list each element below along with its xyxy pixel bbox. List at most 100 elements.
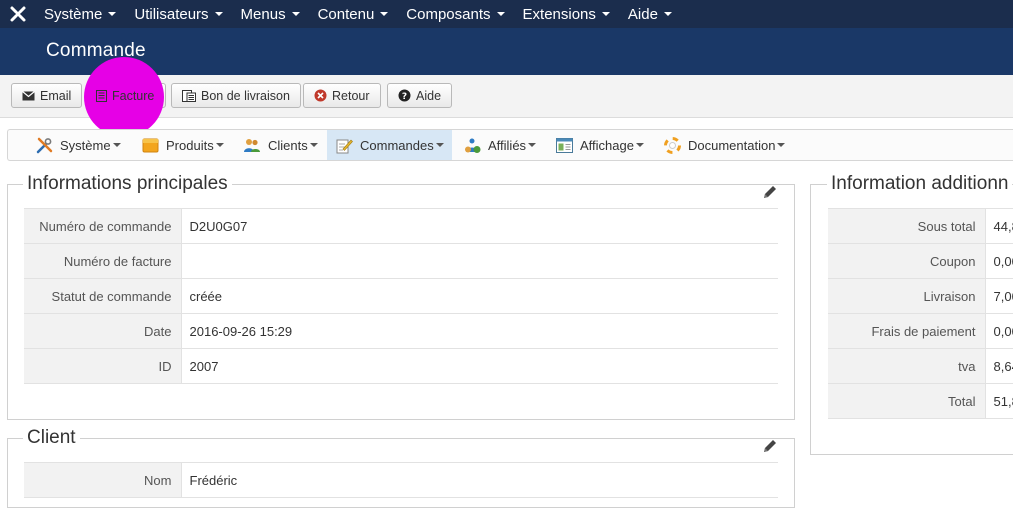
client-table: Nom Frédéric (24, 462, 778, 498)
component-menu-label: Système (60, 137, 111, 153)
client-legend: Client (23, 427, 80, 449)
caret-down-icon (663, 12, 672, 16)
question-circle-icon: ? (398, 89, 411, 102)
field-label: ID (24, 348, 182, 384)
field-value (181, 243, 778, 279)
envelope-icon (22, 90, 35, 101)
delivery-note-icon (182, 89, 196, 102)
field-value: 2016-09-26 15:29 (181, 313, 778, 349)
additional-info-table: Sous total44,8 Coupon0,00 Livraison7,00 … (828, 208, 1013, 419)
additional-info-legend: Information additionn (827, 173, 1013, 195)
field-label: Statut de commande (24, 278, 182, 314)
table-row: Total51,8 (828, 383, 1013, 419)
svg-text:?: ? (402, 92, 407, 102)
field-label: tva (828, 348, 986, 384)
caret-down-icon (215, 143, 224, 147)
top-menu-label: Aide (627, 5, 658, 23)
table-row: Statut de commande créée (24, 278, 778, 314)
top-menu-label: Extensions (522, 5, 596, 23)
component-menu-label: Clients (268, 137, 308, 153)
component-menu-affichage[interactable]: Affichage (556, 130, 644, 160)
component-menu-documentation[interactable]: Documentation (664, 130, 786, 160)
component-menu-commandes[interactable]: Commandes (327, 130, 452, 160)
component-menu-label: Commandes (360, 137, 434, 153)
aide-button[interactable]: ? Aide (387, 83, 453, 108)
top-menu-label: Menus (240, 5, 286, 23)
pencil-edit-icon[interactable] (762, 184, 778, 200)
field-value: 51,8 (985, 383, 1013, 419)
top-menu-aide[interactable]: Aide (620, 0, 682, 28)
top-menu-label: Composants (406, 5, 491, 23)
caret-down-icon (108, 12, 117, 16)
top-menu-composants[interactable]: Composants (398, 0, 514, 28)
aide-button-label: Aide (416, 88, 442, 103)
pencil-edit-icon[interactable] (762, 438, 778, 454)
box-icon (142, 137, 159, 153)
retour-button-label: Retour (332, 88, 370, 103)
top-menu-contenu[interactable]: Contenu (310, 0, 399, 28)
field-value: 2007 (181, 348, 778, 384)
component-menu-produits[interactable]: Produits (142, 130, 224, 160)
top-menu-menus[interactable]: Menus (233, 0, 310, 28)
component-menu-systeme[interactable]: Système (36, 130, 121, 160)
table-row: Livraison7,00 (828, 278, 1013, 314)
field-value: Frédéric (181, 462, 778, 498)
table-row: Nom Frédéric (24, 462, 778, 498)
caret-down-icon (528, 143, 537, 147)
email-button-label: Email (40, 88, 72, 103)
bon-de-livraison-button-label: Bon de livraison (201, 88, 290, 103)
retour-button[interactable]: Retour (303, 83, 381, 108)
field-label: Frais de paiement (828, 313, 986, 349)
caret-down-icon (380, 12, 389, 16)
cancel-circle-icon (314, 89, 327, 102)
email-button[interactable]: Email (11, 83, 83, 108)
order-edit-icon (336, 137, 353, 154)
component-menu-label: Produits (166, 137, 214, 153)
table-row: Coupon0,00 (828, 243, 1013, 279)
field-value: 7,00 (985, 278, 1013, 314)
top-menu-label: Utilisateurs (134, 5, 209, 23)
field-label: Sous total (828, 208, 986, 244)
field-value: 0,00 (985, 243, 1013, 279)
top-menu-label: Contenu (317, 5, 375, 23)
component-menu-affilies[interactable]: Affiliés (464, 130, 537, 160)
component-menu-clients[interactable]: Clients (243, 130, 318, 160)
bon-de-livraison-button[interactable]: Bon de livraison (171, 83, 301, 108)
caret-down-icon (777, 143, 786, 147)
field-label: Nom (24, 462, 182, 498)
click-highlight-marker (84, 57, 164, 137)
field-value: 44,8 (985, 208, 1013, 244)
table-row: ID 2007 (24, 348, 778, 384)
top-menu-utilisateurs[interactable]: Utilisateurs (126, 0, 232, 28)
field-label: Coupon (828, 243, 986, 279)
top-menu-extensions[interactable]: Extensions (515, 0, 620, 28)
field-label: Livraison (828, 278, 986, 314)
main-info-table: Numéro de commande D2U0G07 Numéro de fact… (24, 208, 778, 384)
table-row: Date 2016-09-26 15:29 (24, 313, 778, 349)
affiliates-icon (464, 137, 481, 154)
caret-down-icon (496, 12, 505, 16)
caret-down-icon (635, 143, 644, 147)
table-row: Numéro de commande D2U0G07 (24, 208, 778, 244)
field-label: Numéro de commande (24, 208, 182, 244)
top-menu-systeme[interactable]: Système (36, 0, 126, 28)
caret-down-icon (214, 12, 223, 16)
component-menu-label: Documentation (688, 137, 776, 153)
table-row: tva8,64 (828, 348, 1013, 384)
main-info-legend: Informations principales (23, 173, 232, 195)
field-value: 0,00 (985, 313, 1013, 349)
top-navbar: Système Utilisateurs Menus Contenu Compo… (0, 0, 1013, 28)
table-row: Numéro de facture (24, 243, 778, 279)
tools-icon (36, 137, 53, 154)
field-label: Total (828, 383, 986, 419)
caret-down-icon (291, 12, 300, 16)
field-label: Date (24, 313, 182, 349)
caret-down-icon (601, 12, 610, 16)
joomla-logo-icon[interactable] (0, 0, 36, 28)
top-menu: Système Utilisateurs Menus Contenu Compo… (36, 0, 682, 28)
lifebuoy-icon (664, 136, 681, 154)
users-icon (243, 137, 261, 153)
table-row: Frais de paiement0,00 (828, 313, 1013, 349)
caret-down-icon (309, 143, 318, 147)
field-value: 8,64 (985, 348, 1013, 384)
